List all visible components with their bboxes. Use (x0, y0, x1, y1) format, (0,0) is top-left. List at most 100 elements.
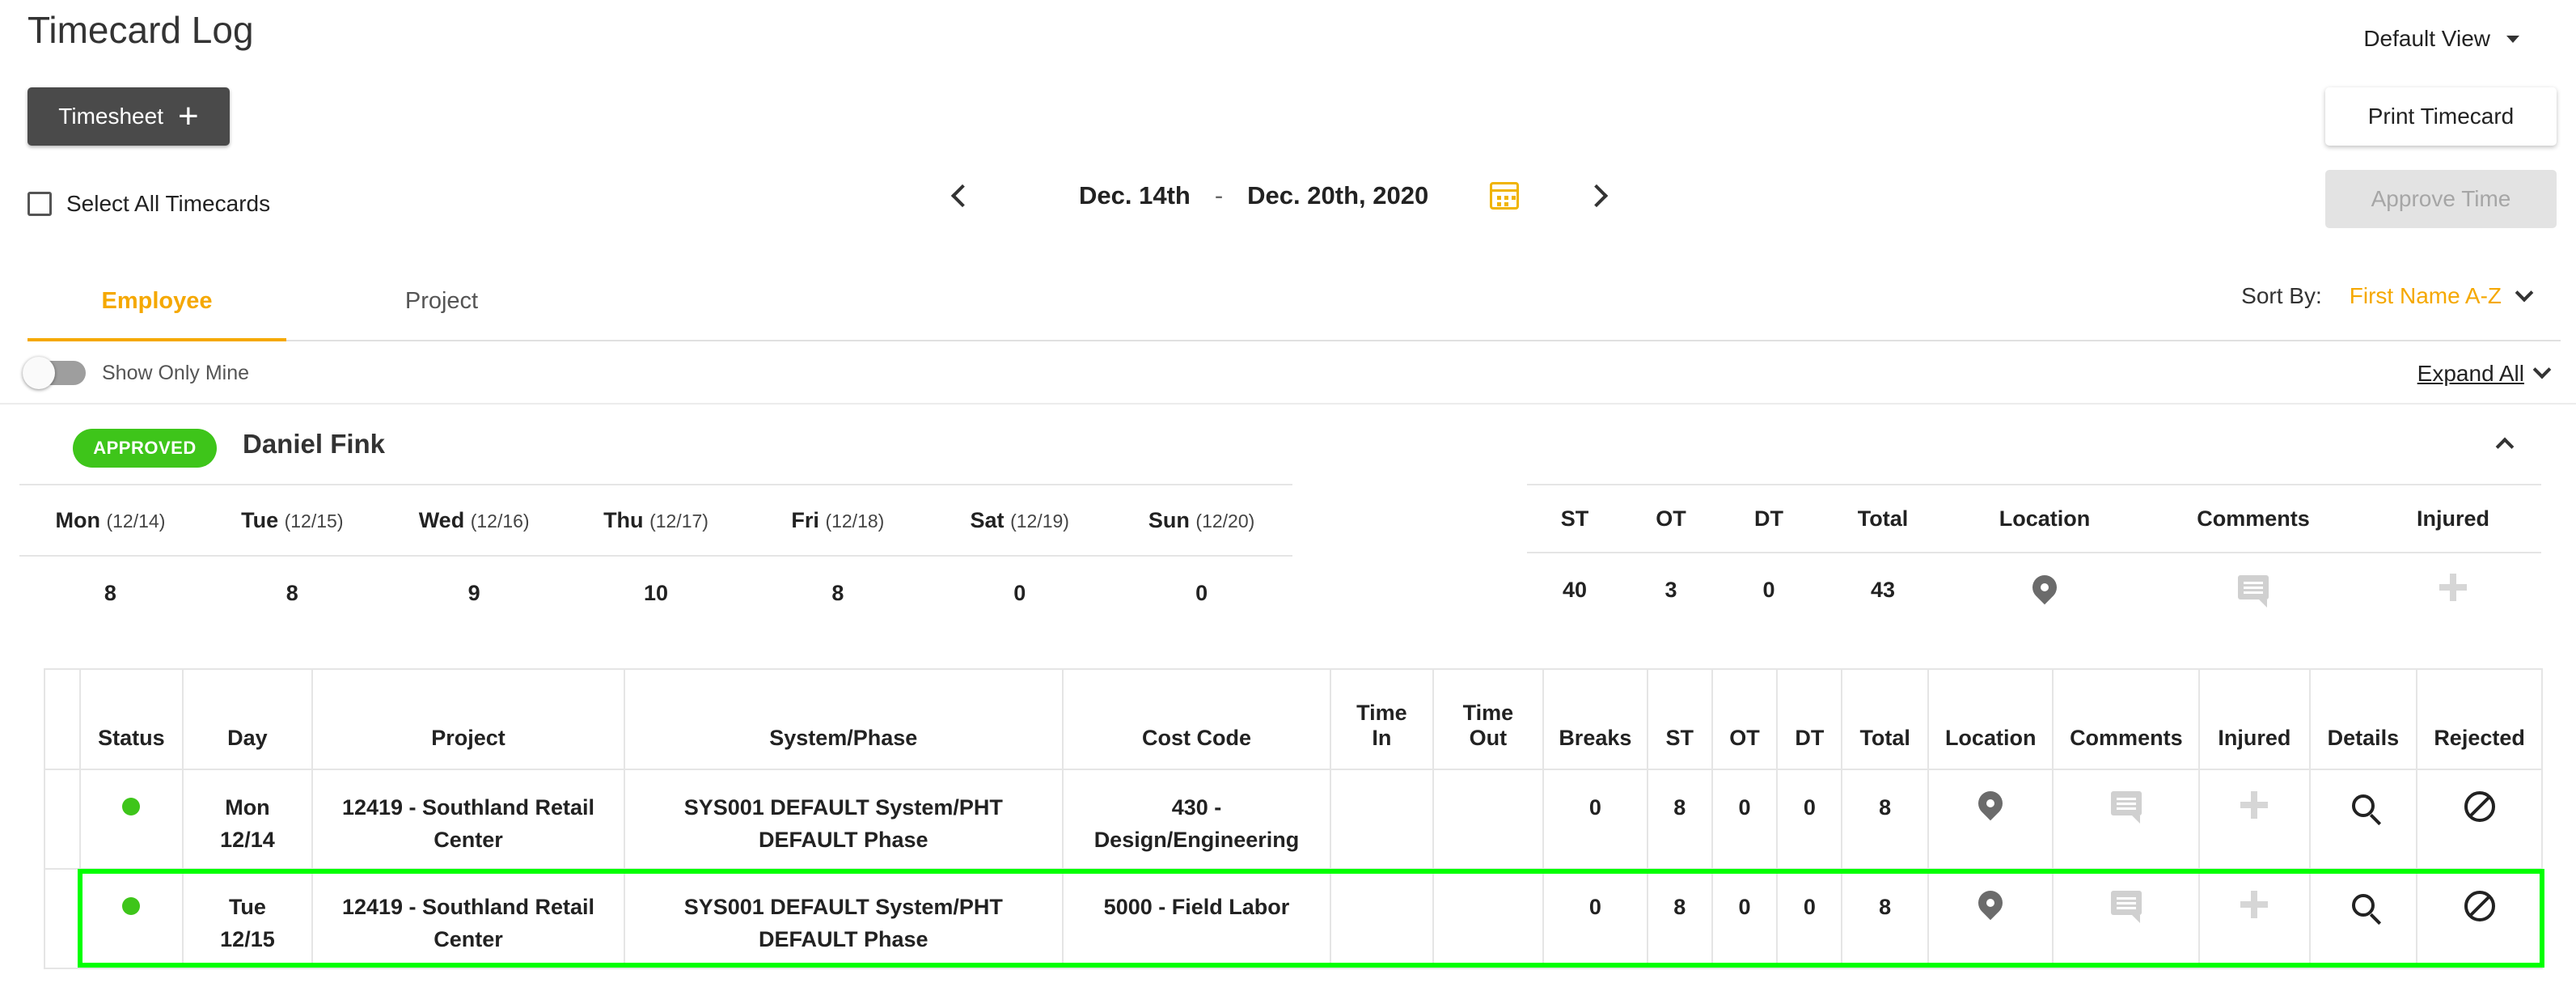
cost-code-cell: 430 - Design/Engineering (1061, 769, 1332, 870)
location-pin-icon[interactable] (2027, 570, 2062, 604)
day-name: Mon (225, 795, 270, 820)
summary-location-cell (1948, 570, 2142, 605)
date-range-end: Dec. 20th, 2020 (1247, 181, 1429, 210)
ot-cell: 0 (1711, 868, 1779, 969)
summary-injured-header: Injured (2416, 506, 2489, 531)
add-timesheet-button[interactable]: Timesheet + (27, 87, 230, 146)
location-pin-icon[interactable] (1973, 885, 2008, 921)
show-only-mine-toggle[interactable] (23, 357, 86, 389)
injured-cell (2198, 769, 2311, 870)
weekday-label: Sun (1148, 507, 1190, 532)
summary-comments-cell (2142, 574, 2365, 608)
breaks-column-header: Breaks (1542, 668, 1648, 770)
rejected-cell (2416, 868, 2543, 969)
comment-icon[interactable] (2110, 791, 2142, 824)
comment-icon[interactable] (2110, 891, 2142, 923)
breaks-cell: 0 (1542, 868, 1648, 969)
page-title: Timecard Log (27, 9, 254, 51)
collapse-employee-button[interactable] (2495, 435, 2515, 457)
summary-st-value: 40 (1562, 577, 1588, 602)
system-line1: SYS001 DEFAULT System/PHT (683, 895, 1003, 919)
cost-code-column-header: Cost Code (1061, 668, 1332, 770)
project-cell: 12419 - Southland Retail Center (311, 769, 625, 870)
row-select-cell[interactable] (43, 769, 82, 870)
weekday-date: (12/15) (284, 510, 344, 532)
ot-cell: 0 (1711, 769, 1779, 870)
day-cell: Tue 12/15 (181, 868, 314, 969)
system-line1: SYS001 DEFAULT System/PHT (683, 795, 1003, 820)
weekday-hours: 0 (1013, 580, 1026, 605)
employee-name: Daniel Fink (243, 429, 386, 459)
table-row[interactable]: Mon 12/14 12419 - Southland Retail Center … (43, 769, 2543, 870)
day-name: Tue (228, 895, 266, 919)
select-all-checkbox[interactable] (27, 192, 52, 216)
plus-icon[interactable] (2240, 791, 2269, 819)
dt-column-header: DT (1776, 668, 1843, 770)
view-selector[interactable]: Default View (2363, 26, 2519, 52)
toggle-knob (23, 357, 55, 389)
tab-project[interactable]: Project (312, 288, 571, 315)
reject-icon[interactable] (2464, 891, 2495, 921)
calendar-icon[interactable] (1490, 182, 1520, 210)
table-row[interactable]: Tue 12/15 12419 - Southland Retail Center … (43, 868, 2543, 969)
time-in-header-line2: In (1372, 726, 1392, 750)
total-cell: 8 (1841, 769, 1929, 870)
dt-cell: 0 (1776, 868, 1843, 969)
location-pin-icon[interactable] (1973, 786, 2008, 821)
day-cell: Mon 12/14 (181, 769, 314, 870)
details-cell (2308, 769, 2418, 870)
summary-values: 40 3 0 43 (1527, 553, 2541, 626)
project-line2: Center (434, 927, 503, 951)
time-out-cell (1432, 868, 1545, 969)
plus-icon[interactable] (2240, 891, 2269, 918)
cost-code-line1: 430 - (1171, 795, 1222, 820)
comment-icon[interactable] (2238, 574, 2269, 608)
weekly-hours-table: Mon (12/14) Tue (12/15) Wed (12/16) Thu … (19, 484, 1292, 629)
weekday-date: (12/18) (825, 510, 885, 532)
reject-icon[interactable] (2464, 791, 2495, 822)
date-range-separator: - (1214, 181, 1224, 210)
dt-cell: 0 (1776, 769, 1843, 870)
injured-cell (2198, 868, 2311, 969)
search-icon[interactable] (2351, 894, 2375, 917)
chevron-down-icon[interactable] (2515, 283, 2534, 303)
weekday-date: (12/16) (470, 510, 530, 532)
plus-icon[interactable] (2439, 573, 2467, 601)
summary-ot-value: 3 (1664, 577, 1677, 602)
time-in-cell (1330, 769, 1434, 870)
select-all-timecards[interactable]: Select All Timecards (27, 191, 270, 217)
breaks-cell: 0 (1542, 769, 1648, 870)
project-cell: 12419 - Southland Retail Center (311, 868, 625, 969)
status-column-header: Status (79, 668, 184, 770)
time-out-column-header: Time Out (1432, 668, 1545, 770)
project-line2: Center (434, 828, 503, 852)
time-in-header-line1: Time (1356, 701, 1407, 725)
row-select-cell[interactable] (43, 868, 82, 969)
weekday-label: Wed (418, 507, 465, 532)
weekday-label: Thu (603, 507, 644, 532)
weekday-date: (12/20) (1195, 510, 1255, 532)
timesheet-button-label: Timesheet (58, 104, 163, 129)
weekday-date: (12/17) (649, 510, 709, 532)
date-range-start: Dec. 14th (1079, 181, 1191, 210)
day-date: 12/15 (220, 927, 275, 951)
chevron-right-icon[interactable] (1585, 184, 1609, 208)
chevron-left-icon[interactable] (950, 184, 975, 208)
system-phase-cell: SYS001 DEFAULT System/PHT DEFAULT Phase (623, 868, 1064, 969)
date-range-nav: Dec. 14th - Dec. 20th, 2020 (950, 175, 1609, 217)
total-column-header: Total (1841, 668, 1929, 770)
print-timecard-button[interactable]: Print Timecard (2325, 87, 2557, 146)
expand-all-label: Expand All (2417, 361, 2524, 386)
search-icon[interactable] (2351, 794, 2375, 817)
approve-time-button[interactable]: Approve Time (2325, 170, 2557, 228)
sort-by[interactable]: Sort By: First Name A-Z (2241, 283, 2534, 309)
expand-all-link[interactable]: Expand All (2417, 360, 2552, 387)
summary-comments-header: Comments (2197, 506, 2310, 531)
weekday-hours: 9 (467, 580, 480, 605)
tab-employee[interactable]: Employee (27, 288, 286, 315)
weekday-label: Fri (791, 507, 819, 532)
st-cell: 8 (1646, 868, 1713, 969)
cost-code-line2: Design/Engineering (1093, 828, 1300, 852)
sort-by-value[interactable]: First Name A-Z (2350, 283, 2502, 309)
weekday-header: Wed (12/16) (383, 508, 565, 533)
